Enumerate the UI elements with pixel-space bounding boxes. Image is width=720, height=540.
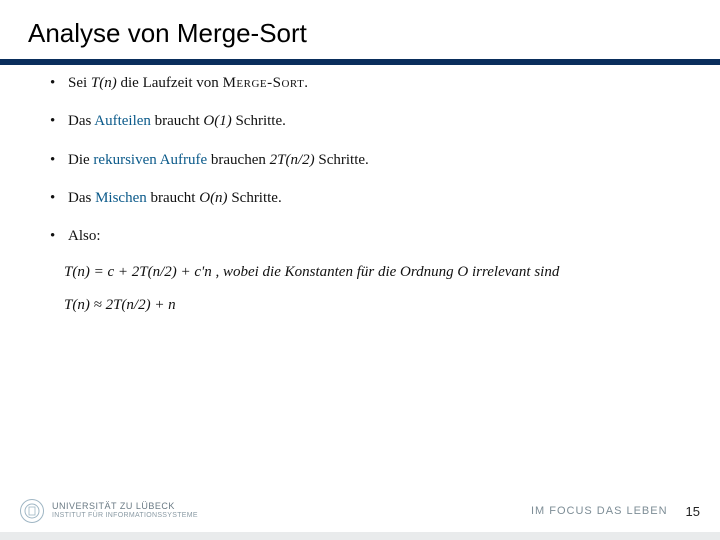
motto: IM FOCUS DAS LEBEN [531, 505, 668, 517]
text: . [304, 75, 308, 91]
institute-name: INSTITUT FÜR INFORMATIONSSYSTEME [52, 512, 198, 520]
text: die Laufzeit von [117, 75, 223, 91]
text: Schritte. [232, 113, 286, 129]
slide-title: Analyse von Merge-Sort [0, 0, 720, 59]
math: O(1) [203, 113, 231, 129]
accent-text: rekursiven Aufrufe [93, 152, 207, 168]
text: Schritte. [315, 152, 369, 168]
list-item: Die rekursiven Aufrufe brauchen 2T(n/2) … [50, 150, 680, 170]
text: brauchen [207, 152, 269, 168]
math: T(n) [91, 75, 117, 91]
university-block: UNIVERSITÄT ZU LÜBECK INSTITUT FÜR INFOR… [52, 502, 198, 520]
text: Die [68, 152, 93, 168]
footer-right: IM FOCUS DAS LEBEN 15 [531, 504, 700, 519]
footer-left: UNIVERSITÄT ZU LÜBECK INSTITUT FÜR INFOR… [20, 499, 198, 523]
list-item: Das Mischen braucht O(n) Schritte. [50, 188, 680, 208]
accent-text: Aufteilen [94, 113, 151, 129]
text: Sei [68, 75, 91, 91]
accent-text: Mischen [95, 190, 147, 206]
list-item: Sei T(n) die Laufzeit von Merge-Sort. [50, 73, 680, 93]
title-rule [0, 59, 720, 65]
bottom-bar [0, 532, 720, 540]
text: Das [68, 190, 95, 206]
text: Also: [68, 228, 101, 244]
footer: UNIVERSITÄT ZU LÜBECK INSTITUT FÜR INFOR… [0, 496, 720, 526]
text: braucht [151, 113, 203, 129]
formula-block: T(n) = c + 2T(n/2) + c'n , wobei die Kon… [50, 264, 680, 314]
list-item: Das Aufteilen braucht O(1) Schritte. [50, 111, 680, 131]
smallcaps: Merge-Sort [223, 75, 305, 91]
content-area: Sei T(n) die Laufzeit von Merge-Sort. Da… [0, 73, 720, 540]
math: 2T(n/2) [270, 152, 315, 168]
university-seal-icon [20, 499, 44, 523]
formula-line-1: T(n) = c + 2T(n/2) + c'n , wobei die Kon… [64, 264, 680, 281]
slide: Analyse von Merge-Sort Sei T(n) die Lauf… [0, 0, 720, 540]
math: O(n) [199, 190, 227, 206]
text: Das [68, 113, 94, 129]
page-number: 15 [686, 504, 700, 519]
university-name: UNIVERSITÄT ZU LÜBECK [52, 502, 198, 512]
bullet-list: Sei T(n) die Laufzeit von Merge-Sort. Da… [50, 73, 680, 246]
text: braucht [147, 190, 199, 206]
list-item: Also: [50, 226, 680, 246]
formula-line-2: T(n) ≈ 2T(n/2) + n [64, 297, 680, 314]
text: Schritte. [228, 190, 282, 206]
